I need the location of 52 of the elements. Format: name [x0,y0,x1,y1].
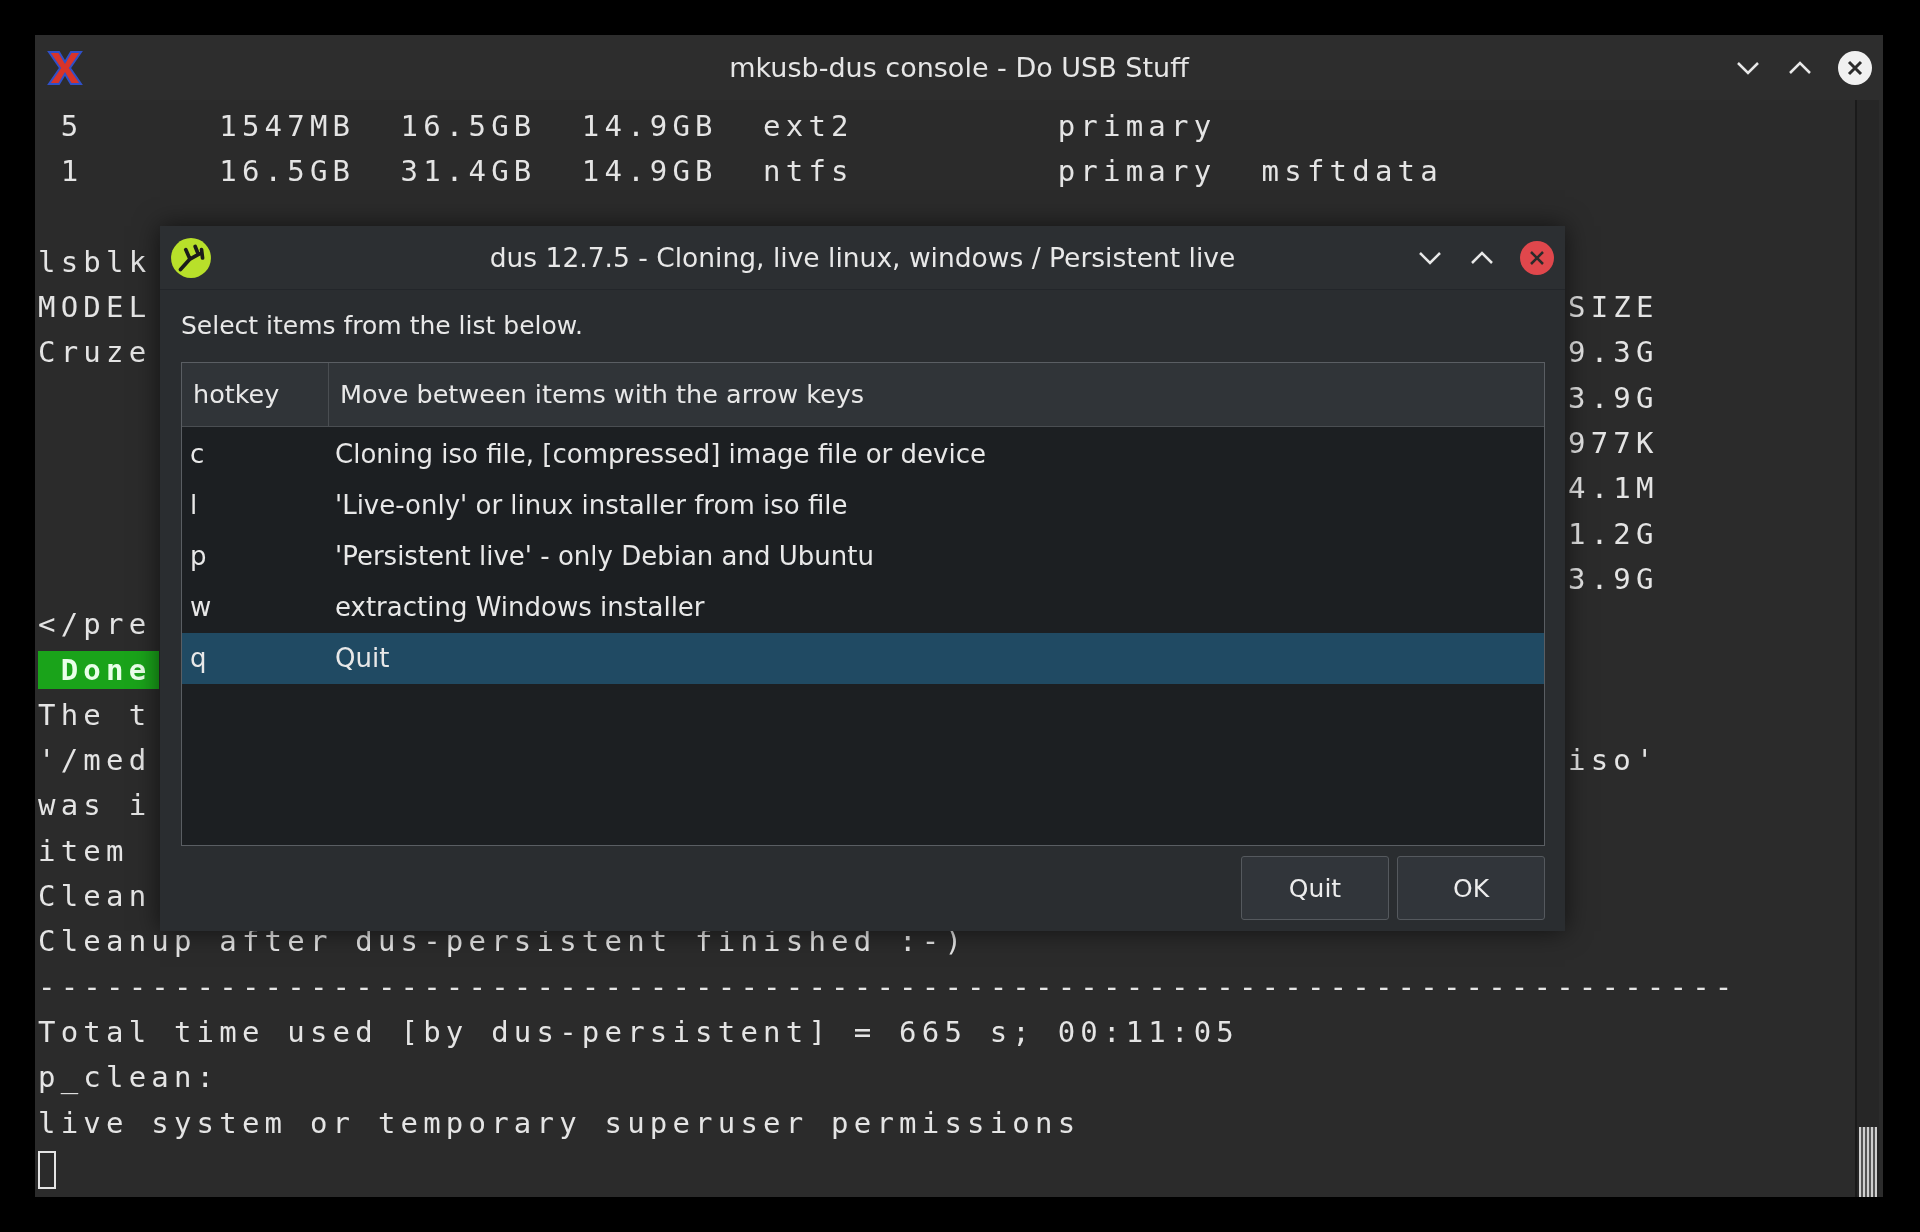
column-header[interactable]: hotkey [182,363,329,426]
console-text: MODEL [38,289,152,327]
console-text: p_clean: [38,1059,220,1097]
console-text: iso' [1568,742,1659,780]
console-text: --------------------------------------------------------------------------- [38,968,1738,1006]
console-text: Cleanup after dus-persistent finished :-) [38,923,968,961]
plug-icon [170,236,212,279]
console-text: 3.9G [1568,560,1659,598]
hotkey-text: c [189,438,206,471]
dialog-button[interactable]: Quit [1241,856,1389,920]
console-text: 977K [1568,425,1659,463]
hotkey-text: p [189,540,208,573]
console-text: 1 16.5GB 31.4GB 14.9GB ntfs primary msftdata [59,153,1443,191]
console-text: 4.1M [1568,470,1659,508]
item-label: 'Live-only' or linux installer from iso file [334,489,849,522]
item-label: Cloning iso file, [compressed] image file or device [334,438,987,471]
console-text: item [38,832,129,870]
console-text: 9.3G [1568,334,1659,372]
console-text: '/med [38,742,152,780]
list-row[interactable]: w extracting Windows installer [182,582,1544,633]
console-text: live system or temporary superuser permissions [38,1104,1081,1142]
scrollbar-thumb[interactable] [1859,1127,1877,1197]
list-row[interactable]: c Cloning iso file, [compressed] image file or device [182,429,1544,480]
console-text: The t [38,696,152,734]
console-text: 5 1547MB 16.5GB 14.9GB ext2 primary [59,108,1217,145]
column-header[interactable]: Move between items with the arrow keys [329,363,1544,426]
console-text: lsblk [38,243,152,281]
console-text: Clean [38,878,152,916]
status-label: Done [38,650,160,689]
text-cursor [38,1150,56,1189]
dialog-title: dus 12.7.5 - Cloning, live linux, windows / Persistent live [489,242,1236,273]
close-icon[interactable] [1837,49,1873,86]
list-row[interactable]: q Quit [182,633,1544,684]
item-label: extracting Windows installer [334,591,706,624]
console-text: SIZE [1568,289,1659,327]
hotkey-text: l [189,489,199,522]
console-text: was i [38,787,152,825]
list-row[interactable]: l 'Live-only' or linux installer from iso file [182,480,1544,531]
console-text: 1.2G [1568,515,1659,553]
item-label: 'Persistent live' - only Debian and Ubuntu [334,540,875,573]
dialog-button[interactable]: OK [1397,856,1545,920]
console-text: Total time used [by dus-persistent] = 665 s; 00:11:05 [38,1013,1239,1051]
window-title: mkusb-dus console - Do USB Stuff [729,52,1189,83]
hotkey-text: w [189,591,213,624]
prompt-text: Select items from the list below. [181,310,584,342]
list-row[interactable]: p 'Persistent live' - only Debian and Ubuntu [182,531,1544,582]
item-label: Quit [334,642,391,675]
console-text: Cruze [38,334,152,372]
scrollbar[interactable] [1855,100,1879,1197]
console-text: </pre [38,606,152,644]
console-text: 3.9G [1568,379,1659,417]
hotkey-text: q [189,642,208,675]
